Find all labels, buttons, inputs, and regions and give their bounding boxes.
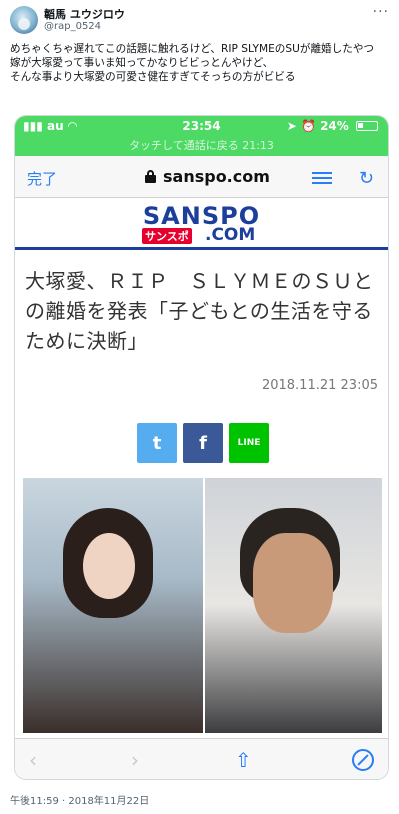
tweet-page: 韜馬 ユウジロウ @rap_0524 ··· めちゃくちゃ遅れてこの話題に触れる… — [0, 0, 399, 814]
back-icon[interactable]: ‹ — [29, 748, 37, 772]
reload-icon[interactable]: ↻ — [359, 168, 374, 189]
forward-icon[interactable]: › — [131, 748, 139, 772]
browser-toolbar: ‹ › ⇧ — [15, 738, 388, 779]
twitter-share-icon[interactable]: t — [137, 423, 177, 463]
battery-icon — [356, 121, 378, 131]
article-photo-woman — [23, 478, 203, 733]
tweet-text: めちゃくちゃ遅れてこの話題に触れるけど、RIP SLYMEのSUが離婚したやつ … — [10, 42, 390, 84]
reader-menu-icon[interactable] — [312, 172, 332, 184]
facebook-share-icon[interactable]: f — [183, 423, 223, 463]
return-to-call-text[interactable]: タッチして通話に戻る 21:13 — [15, 137, 388, 153]
display-name[interactable]: 韜馬 ユウジロウ — [44, 6, 125, 22]
battery-label: ➤ ⏰ 24% — [287, 119, 378, 133]
article-headline: 大塚愛、ＲＩＰ ＳＬＹＭＥのＳＵとの離婚を発表「子どもとの生活を守るために決断」 — [25, 269, 374, 353]
share-icon[interactable]: ⇧ — [235, 748, 252, 772]
alarm-icon: ⏰ — [300, 119, 316, 133]
article-date: 2018.11.21 23:05 — [261, 378, 378, 393]
tweet-line: 嫁が大塚愛って事いま知ってかなりビビっとんやけど、 — [10, 57, 274, 69]
lock-icon — [145, 170, 156, 183]
done-button[interactable]: 完了 — [27, 168, 57, 189]
attached-screenshot[interactable]: ▮▮▮ au ◠ 23:54 ➤ ⏰ 24% タッチして通話に戻る 21:13 … — [14, 115, 389, 780]
site-logo[interactable]: SANSPO サンスポ .COM — [15, 198, 388, 250]
safari-compass-icon[interactable] — [352, 749, 374, 771]
url-domain[interactable]: sanspo.com — [163, 167, 270, 186]
tweet-line: そんな事より大塚愛の可愛さ健在すぎてそっちの方がビビる — [10, 71, 296, 83]
url-bar: 完了 sanspo.com ↻ — [15, 156, 388, 198]
status-bar: ▮▮▮ au ◠ 23:54 ➤ ⏰ 24% タッチして通話に戻る 21:13 — [15, 116, 388, 156]
more-options-icon[interactable]: ··· — [373, 4, 389, 20]
avatar[interactable] — [10, 6, 38, 34]
location-icon: ➤ — [286, 119, 297, 133]
line-share-icon[interactable]: LINE — [229, 423, 269, 463]
tweet-line: めちゃくちゃ遅れてこの話題に触れるけど、RIP SLYMEのSUが離婚したやつ — [10, 43, 375, 55]
user-handle[interactable]: @rap_0524 — [44, 21, 101, 32]
tweet-timestamp[interactable]: 午後11:59 · 2018年11月22日 — [10, 792, 149, 807]
article-photo-man — [205, 478, 382, 733]
